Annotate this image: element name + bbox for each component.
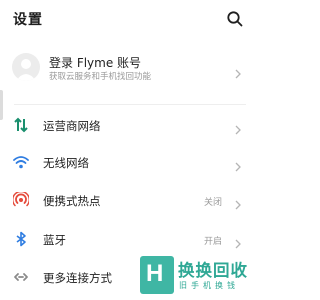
chevron-right-icon (234, 120, 242, 135)
chevron-right-icon (234, 195, 242, 210)
watermark-logo-letter: H (146, 260, 164, 287)
chevron-right-icon (234, 157, 242, 172)
watermark-subtext: 旧手机换钱 (179, 281, 239, 290)
watermark-text: 换换回收 (178, 261, 248, 280)
bluetooth-icon (13, 231, 29, 247)
network-icon (13, 117, 29, 133)
watermark-logo: H (140, 256, 174, 294)
page-title: 设置 (13, 12, 43, 28)
chevron-right-icon (234, 64, 242, 79)
chevron-right-icon (234, 234, 242, 249)
account-title: 登录 Flyme 账号 (49, 56, 142, 70)
settings-item-bluetooth[interactable]: 蓝牙 开启 (0, 220, 256, 258)
settings-item-wifi[interactable]: 无线网络 (0, 143, 256, 181)
avatar (12, 53, 40, 81)
search-icon[interactable] (226, 10, 244, 28)
status-value: 开启 (203, 237, 222, 247)
settings-item-carrier-network[interactable]: 运营商网络 (0, 106, 256, 144)
account-login-row[interactable]: 登录 Flyme 账号 获取云服务和手机找回功能 (0, 46, 256, 96)
settings-item-label: 便携式热点 (43, 194, 101, 208)
divider (14, 104, 246, 105)
link-icon (13, 269, 29, 285)
status-value: 关闭 (203, 198, 222, 208)
wifi-icon (13, 154, 29, 170)
hotspot-icon (11, 190, 31, 208)
account-subtitle: 获取云服务和手机找回功能 (49, 72, 152, 82)
settings-item-hotspot[interactable]: 便携式热点 关闭 (0, 181, 256, 219)
settings-item-label: 无线网络 (43, 156, 89, 170)
settings-item-label: 运营商网络 (43, 119, 101, 133)
settings-item-label: 更多连接方式 (43, 271, 112, 285)
watermark: H 换换回收 旧手机换钱 (140, 256, 252, 296)
settings-item-label: 蓝牙 (43, 233, 66, 247)
header: 设置 (0, 0, 256, 40)
